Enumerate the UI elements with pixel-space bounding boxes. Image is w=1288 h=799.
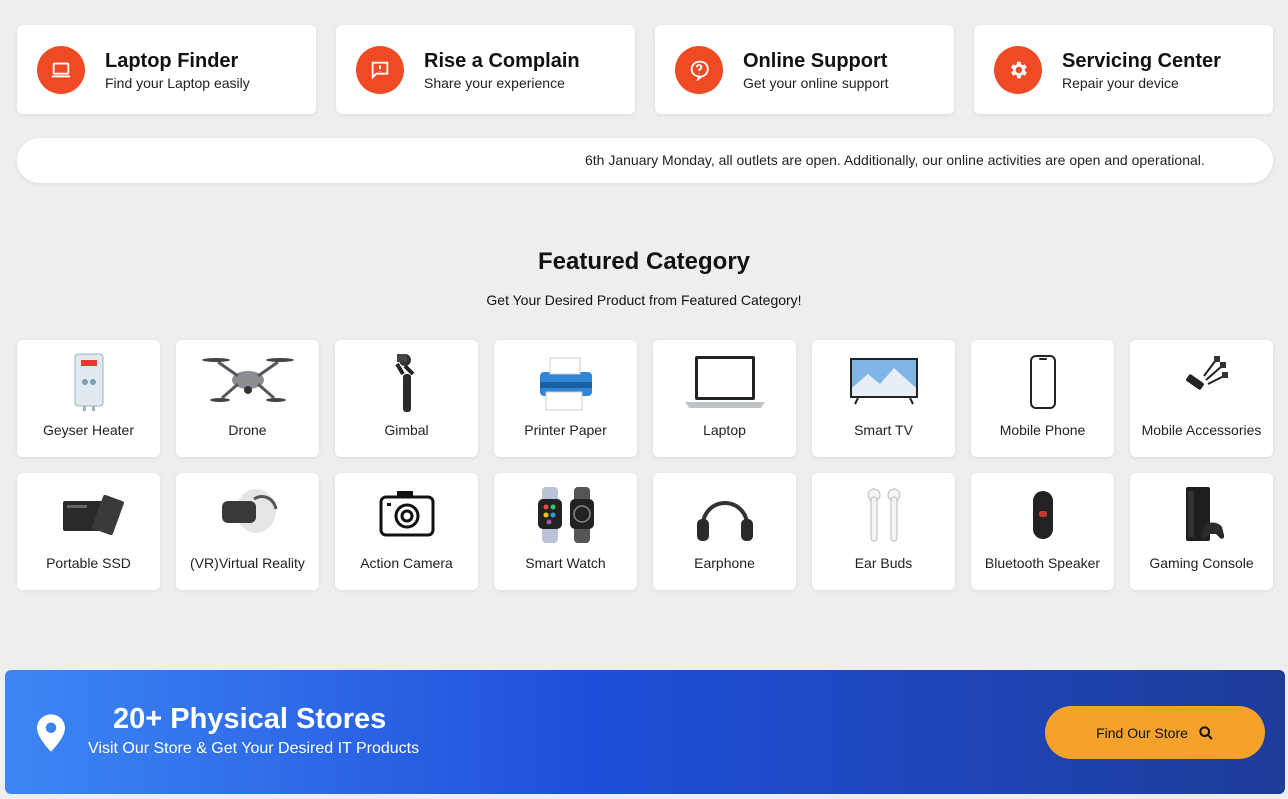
- printer-paper-image: [516, 352, 616, 412]
- banner-subtitle: Visit Our Store & Get Your Desired IT Pr…: [88, 740, 420, 757]
- service-subtitle: Repair your device: [1062, 74, 1179, 91]
- service-title: Online Support: [743, 49, 888, 72]
- service-title: Laptop Finder: [105, 49, 239, 72]
- stores-banner: 20+ Physical Stores Visit Our Store & Ge…: [5, 670, 1285, 794]
- service-subtitle: Get your online support: [743, 74, 889, 91]
- action-camera-image: [357, 485, 457, 545]
- category-label: Smart Watch: [525, 555, 606, 571]
- category-card[interactable]: Gimbal: [335, 340, 478, 457]
- category-label: Printer Paper: [524, 422, 607, 438]
- mobile-accessories-image: [1152, 352, 1252, 412]
- section-subtitle: Get Your Desired Product from Featured C…: [486, 292, 802, 308]
- earphone-image: [675, 485, 775, 545]
- drone-image: [198, 352, 298, 412]
- complain-card[interactable]: Rise a Complain Share your experience: [336, 25, 635, 114]
- category-label: Mobile Phone: [999, 422, 1086, 438]
- gaming-console-image: [1152, 485, 1252, 545]
- category-card[interactable]: (VR)Virtual Reality: [176, 473, 319, 590]
- help-icon: [675, 45, 723, 94]
- service-subtitle: Share your experience: [424, 74, 565, 91]
- category-card[interactable]: Smart Watch: [494, 473, 637, 590]
- vr-headset-image: [198, 485, 298, 545]
- category-card[interactable]: Laptop: [653, 340, 796, 457]
- service-title: Rise a Complain: [424, 49, 580, 72]
- category-card[interactable]: Printer Paper: [494, 340, 637, 457]
- category-card[interactable]: Gaming Console: [1130, 473, 1273, 590]
- mobile-phone-image: [993, 352, 1093, 412]
- find-store-button-label: Find Our Store: [1096, 724, 1188, 741]
- category-card[interactable]: Bluetooth Speaker: [971, 473, 1114, 590]
- ear-buds-image: [834, 485, 934, 545]
- section-title: Featured Category: [537, 248, 751, 275]
- banner-title: 20+ Physical Stores: [113, 703, 387, 735]
- service-title: Servicing Center: [1062, 49, 1221, 72]
- online-support-card[interactable]: Online Support Get your online support: [655, 25, 954, 114]
- category-card[interactable]: Geyser Heater: [17, 340, 160, 457]
- notice-marquee: 6th January Monday, all outlets are open…: [17, 138, 1273, 183]
- category-grid: Geyser Heater Drone Gimbal Printer Paper…: [17, 340, 1273, 590]
- bluetooth-speaker-image: [993, 485, 1093, 545]
- category-label: Gimbal: [384, 422, 429, 438]
- laptop-image: [675, 352, 775, 412]
- category-card[interactable]: Portable SSD: [17, 473, 160, 590]
- category-label: Mobile Accessories: [1141, 422, 1262, 438]
- category-card[interactable]: Mobile Phone: [971, 340, 1114, 457]
- smart-watch-image: [516, 485, 616, 545]
- category-label: Portable SSD: [46, 555, 131, 571]
- gear-icon: [994, 45, 1042, 94]
- message-alert-icon: [356, 45, 404, 94]
- service-subtitle: Find your Laptop easily: [105, 74, 250, 91]
- category-label: Action Camera: [360, 555, 453, 571]
- featured-header: Featured Category Get Your Desired Produ…: [0, 248, 1288, 308]
- servicing-center-card[interactable]: Servicing Center Repair your device: [974, 25, 1273, 114]
- category-label: Laptop: [703, 422, 746, 438]
- search-icon: [1199, 725, 1213, 740]
- laptop-icon: [37, 45, 85, 94]
- category-label: Ear Buds: [854, 555, 913, 571]
- category-label: Drone: [228, 422, 267, 438]
- gimbal-image: [357, 352, 457, 412]
- laptop-finder-card[interactable]: Laptop Finder Find your Laptop easily: [17, 25, 316, 114]
- notice-text: 6th January Monday, all outlets are open…: [585, 152, 1205, 168]
- category-label: Earphone: [694, 555, 755, 571]
- portable-ssd-image: [39, 485, 139, 545]
- category-label: Geyser Heater: [42, 422, 135, 438]
- category-label: Smart TV: [854, 422, 913, 438]
- category-label: (VR)Virtual Reality: [190, 555, 305, 571]
- find-store-button[interactable]: Find Our Store: [1045, 706, 1265, 759]
- category-label: Bluetooth Speaker: [984, 555, 1101, 571]
- category-card[interactable]: Mobile Accessories: [1130, 340, 1273, 457]
- category-label: Gaming Console: [1149, 555, 1254, 571]
- smart-tv-image: [834, 352, 934, 412]
- location-pin-icon: [37, 714, 65, 752]
- category-card[interactable]: Smart TV: [812, 340, 955, 457]
- service-cards: Laptop Finder Find your Laptop easily Ri…: [17, 25, 1273, 114]
- category-card[interactable]: Ear Buds: [812, 473, 955, 590]
- category-card[interactable]: Action Camera: [335, 473, 478, 590]
- category-card[interactable]: Earphone: [653, 473, 796, 590]
- geyser-heater-image: [39, 352, 139, 412]
- category-card[interactable]: Drone: [176, 340, 319, 457]
